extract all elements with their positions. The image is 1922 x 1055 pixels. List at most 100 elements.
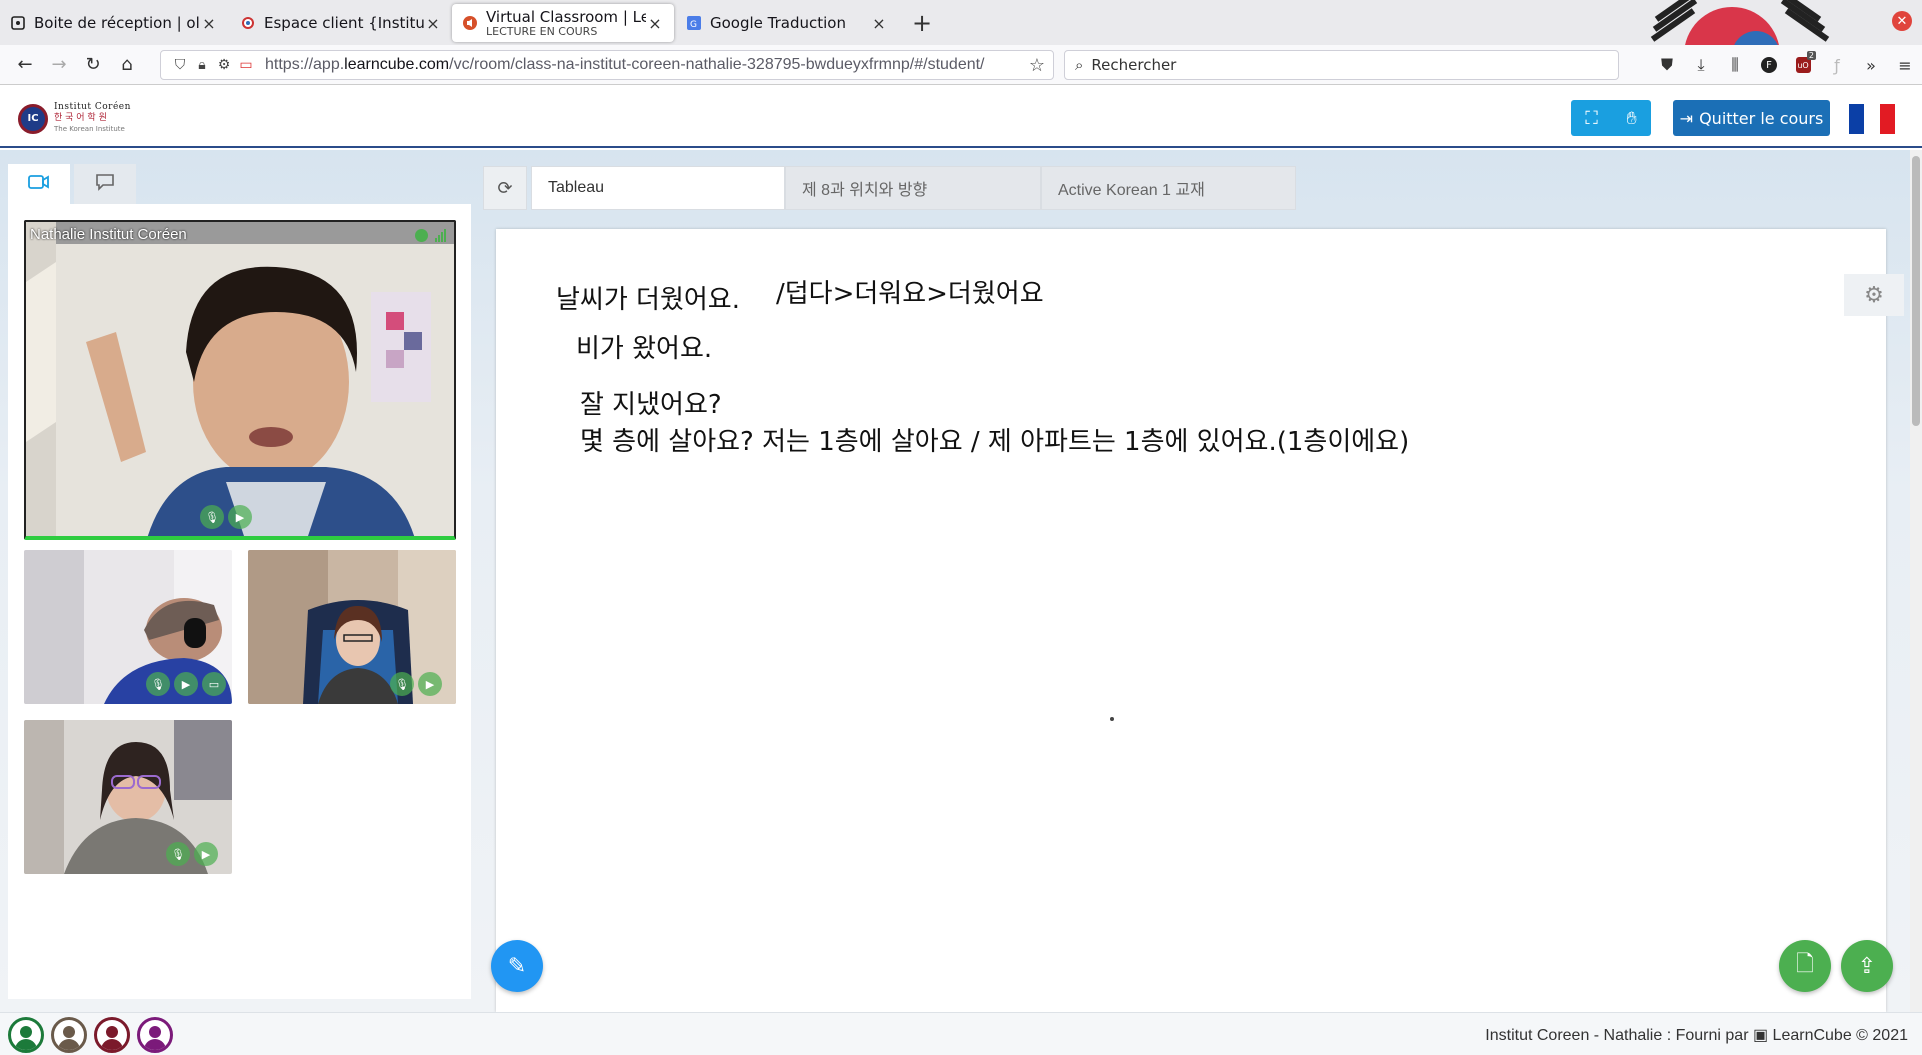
camera-icon[interactable]: ▶ (194, 842, 218, 866)
raise-hand-icon[interactable]: ✋︎ (1626, 108, 1636, 129)
overflow-menu-icon[interactable]: » (1854, 49, 1888, 81)
extension-feather-icon[interactable]: ƒ (1820, 49, 1854, 81)
url-text: https://app.learncube.com/vc/room/class-… (265, 56, 985, 73)
camera-icon[interactable]: ▶ (228, 505, 252, 529)
student-video-3[interactable]: 🎙︎ ▶ (24, 720, 232, 874)
address-bar[interactable]: ⛉ 🔒︎ ⚙︎ ▭ https://app.learncube.com/vc/r… (160, 50, 1054, 80)
fullscreen-icon[interactable]: ⛶ (1585, 108, 1598, 129)
tab-video[interactable] (8, 164, 70, 204)
window-close-button[interactable]: ✕ (1892, 11, 1912, 31)
quit-course-button[interactable]: ⇥ Quitter le cours (1673, 100, 1830, 136)
french-flag-icon[interactable] (1849, 104, 1895, 134)
logo-seal-icon: IC (18, 103, 48, 134)
settings-button[interactable]: ⚙︎ (1844, 274, 1904, 316)
board-dot (1110, 717, 1114, 721)
translate-icon: G (686, 15, 702, 31)
camera-icon[interactable]: ▶ (174, 672, 198, 696)
tab-google-traduction[interactable]: G Google Traduction × (676, 4, 898, 42)
close-tab-icon[interactable]: × (424, 14, 442, 33)
reload-icon[interactable]: ↻ (76, 50, 110, 80)
close-tab-icon[interactable]: × (870, 14, 888, 33)
board-line: 날씨가 더웠어요. (556, 285, 740, 315)
new-tab-button[interactable]: + (912, 9, 932, 37)
tab-mail[interactable]: Boite de réception | olivie × (0, 4, 228, 42)
quit-label: Quitter le cours (1699, 108, 1824, 128)
participant-avatars (8, 1017, 180, 1053)
participant-avatar-icon[interactable] (8, 1017, 44, 1053)
left-panel-tabs (8, 164, 136, 204)
pencil-icon: ✎ (507, 953, 527, 979)
footer-credits: Institut Coreen - Nathalie : Fourni par … (1485, 1025, 1908, 1045)
logo-line2: 한 국 어 학 원 (54, 113, 107, 123)
ublock-icon[interactable]: uO 2 (1786, 49, 1820, 81)
extension-badge: 2 (1806, 51, 1816, 60)
hamburger-menu-icon[interactable]: ≡ (1888, 49, 1922, 81)
tab-tableau[interactable]: Tableau (531, 166, 785, 210)
footer: Institut Coreen - Nathalie : Fourni par … (0, 1012, 1922, 1055)
screen-share-icon[interactable]: ▭ (202, 672, 226, 696)
downloads-icon[interactable]: ⤓ (1684, 49, 1718, 81)
participant-avatar-icon[interactable] (51, 1017, 87, 1053)
classroom-stage: Nathalie Institut Coréen 🎙︎ ▶ 🎙︎ ▶ ▭ 🎙︎ … (0, 150, 1922, 1012)
tab-chat[interactable] (74, 164, 136, 204)
footer-text: Institut Coreen - Nathalie : Fourni par (1485, 1027, 1749, 1044)
microphone-icon[interactable]: 🎙︎ (200, 505, 224, 529)
extension-f-icon[interactable]: F (1752, 49, 1786, 81)
library-icon[interactable]: ⫼ (1718, 49, 1752, 81)
lock-icon[interactable]: 🔒︎ (191, 57, 213, 73)
board-line: /덥다>더워요>더웠어요 (776, 279, 1044, 309)
upload-button[interactable]: ⇪ (1841, 940, 1893, 992)
student-video-1[interactable]: 🎙︎ ▶ ▭ (24, 550, 232, 704)
footer-brand[interactable]: LearnCube © 2021 (1773, 1027, 1908, 1044)
student-video-2[interactable]: 🎙︎ ▶ (248, 550, 456, 704)
scrollbar-thumb[interactable] (1912, 156, 1920, 426)
microphone-icon[interactable]: 🎙︎ (146, 672, 170, 696)
bookmark-star-icon[interactable]: ☆ (1029, 55, 1045, 76)
tab-subtitle: LECTURE EN COURS (486, 25, 598, 38)
teacher-video-frame (26, 222, 454, 536)
refresh-button[interactable]: ⟳ (483, 166, 527, 210)
refresh-icon: ⟳ (497, 177, 513, 199)
tab-lesson-8[interactable]: 제 8과 위치와 방향 (785, 166, 1041, 210)
tab-label: Active Korean 1 교재 (1058, 182, 1205, 199)
tab-label: Tableau (548, 179, 605, 196)
chat-icon (94, 173, 116, 196)
close-tab-icon[interactable]: × (200, 14, 218, 33)
close-tab-icon[interactable]: × (646, 14, 664, 33)
add-document-button[interactable]: 🗋︎ (1779, 940, 1831, 992)
participant-avatar-icon[interactable] (137, 1017, 173, 1053)
back-icon[interactable]: ← (8, 50, 42, 80)
institut-coreen-logo: IC Institut Coréen 한 국 어 학 원 The Korean … (18, 102, 131, 135)
draw-tool-button[interactable]: ✎ (491, 940, 543, 992)
permissions-icon[interactable]: ⚙︎ (213, 57, 235, 73)
home-icon[interactable]: ⌂ (110, 50, 144, 80)
tab-title: Virtual Classroom | Learn (486, 8, 646, 26)
tab-label: 제 8과 위치와 방향 (802, 182, 928, 199)
microphone-icon[interactable]: 🎙︎ (166, 842, 190, 866)
tab-espace-client[interactable]: Espace client {Institut Co × (230, 4, 452, 42)
teacher-video[interactable]: Nathalie Institut Coréen 🎙︎ ▶ (24, 220, 456, 540)
camera-icon[interactable]: ▶ (418, 672, 442, 696)
page-scrollbar[interactable] (1910, 150, 1922, 1012)
pocket-icon[interactable]: ⛊ (1650, 49, 1684, 81)
whiteboard-canvas[interactable]: 날씨가 더웠어요. /덥다>더워요>더웠어요 비가 왔어요. 잘 지냈어요? 몇… (496, 229, 1886, 1012)
target-icon (240, 15, 256, 31)
search-input[interactable]: ⌕ Rechercher (1064, 50, 1619, 80)
toolbar-extensions: ⛊ ⤓ ⫼ F uO 2 ƒ » ≡ (1650, 49, 1922, 81)
mail-icon (10, 15, 26, 31)
forward-icon[interactable]: → (42, 50, 76, 80)
search-placeholder: Rechercher (1091, 56, 1177, 74)
camera-sharing-icon[interactable]: ▭ (235, 57, 257, 73)
speaker-icon (462, 15, 478, 31)
participant-name: Nathalie Institut Coréen (30, 226, 187, 243)
microphone-icon[interactable]: 🎙︎ (390, 672, 414, 696)
tab-virtual-classroom[interactable]: Virtual Classroom | Learn LECTURE EN COU… (452, 4, 674, 42)
connection-status (415, 229, 446, 242)
logo-line1: Institut Coréen (54, 102, 131, 112)
participant-avatar-icon[interactable] (94, 1017, 130, 1053)
tab-active-korean[interactable]: Active Korean 1 교재 (1041, 166, 1296, 210)
search-icon: ⌕ (1075, 56, 1084, 74)
app-header: IC Institut Coréen 한 국 어 학 원 The Korean … (0, 86, 1922, 148)
online-indicator (415, 229, 428, 242)
shield-icon[interactable]: ⛉ (169, 57, 191, 73)
